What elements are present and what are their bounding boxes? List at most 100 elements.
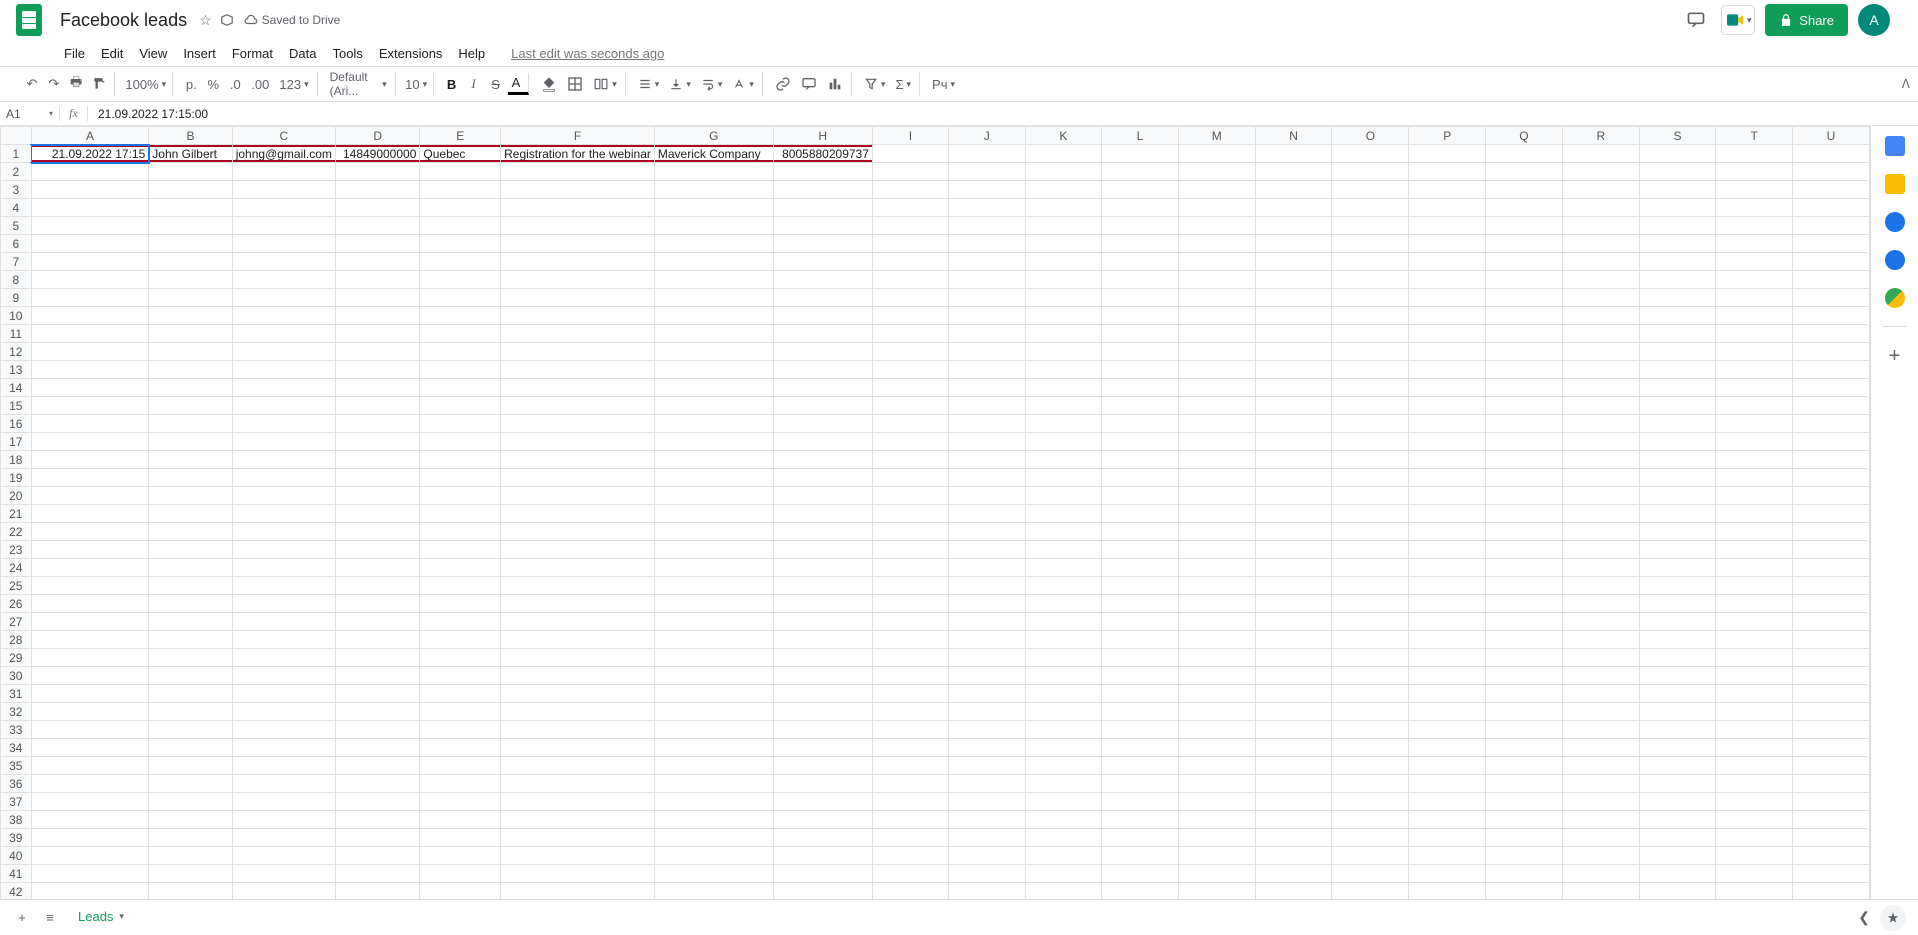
cell[interactable] (1102, 649, 1179, 667)
cell[interactable] (149, 757, 232, 775)
cell[interactable] (1716, 253, 1793, 271)
cell[interactable] (1562, 271, 1639, 289)
cell[interactable] (1255, 739, 1332, 757)
cell[interactable] (773, 415, 872, 433)
cell[interactable] (501, 577, 655, 595)
column-header-P[interactable]: P (1409, 127, 1486, 145)
cell[interactable] (1639, 235, 1716, 253)
paint-format-icon[interactable] (88, 72, 115, 96)
cell[interactable] (1486, 451, 1563, 469)
cell[interactable] (1102, 685, 1179, 703)
row-header[interactable]: 16 (1, 415, 32, 433)
cell[interactable] (1793, 847, 1870, 865)
cell[interactable] (149, 649, 232, 667)
row-header[interactable]: 10 (1, 307, 32, 325)
cell[interactable] (872, 613, 948, 631)
cell[interactable] (31, 775, 149, 793)
cell[interactable] (1102, 307, 1179, 325)
cell[interactable] (420, 307, 501, 325)
cell[interactable] (949, 199, 1025, 217)
cell[interactable] (501, 523, 655, 541)
sheet-tab-leads[interactable]: Leads (64, 903, 138, 932)
cell[interactable]: 8005880209737 (773, 145, 872, 163)
cell[interactable] (773, 163, 872, 181)
cell[interactable] (31, 451, 149, 469)
cell[interactable] (335, 253, 419, 271)
decrease-decimal-button[interactable]: .0 (225, 72, 245, 96)
cell[interactable] (232, 703, 335, 721)
cell[interactable] (1178, 829, 1255, 847)
horizontal-align-button[interactable] (634, 72, 664, 96)
cell[interactable] (1255, 595, 1332, 613)
cell[interactable] (1639, 757, 1716, 775)
cell[interactable] (1178, 595, 1255, 613)
explore-button[interactable] (1880, 905, 1906, 931)
cell[interactable] (335, 739, 419, 757)
cell[interactable] (501, 703, 655, 721)
cell[interactable] (1639, 793, 1716, 811)
cell[interactable] (1562, 703, 1639, 721)
cell[interactable] (1409, 685, 1486, 703)
cell[interactable] (872, 595, 948, 613)
cell[interactable] (1332, 397, 1409, 415)
cell[interactable] (1716, 415, 1793, 433)
cell[interactable] (1793, 487, 1870, 505)
cell[interactable] (1793, 865, 1870, 883)
cell[interactable] (1486, 793, 1563, 811)
cell[interactable] (949, 163, 1025, 181)
cell[interactable] (949, 649, 1025, 667)
cell[interactable] (1409, 235, 1486, 253)
cell[interactable] (1793, 613, 1870, 631)
cell[interactable] (420, 433, 501, 451)
cell[interactable] (1716, 685, 1793, 703)
cell[interactable] (1178, 181, 1255, 199)
cell[interactable] (149, 523, 232, 541)
cell[interactable] (501, 865, 655, 883)
cell[interactable] (1716, 325, 1793, 343)
cell[interactable] (1716, 163, 1793, 181)
cell[interactable] (501, 811, 655, 829)
cell[interactable] (501, 217, 655, 235)
cell[interactable] (31, 559, 149, 577)
cell[interactable] (773, 847, 872, 865)
cell[interactable] (1639, 631, 1716, 649)
menu-data[interactable]: Data (281, 44, 324, 63)
cell[interactable] (1562, 163, 1639, 181)
cell[interactable] (1025, 307, 1102, 325)
cell[interactable] (1025, 829, 1102, 847)
cell[interactable] (872, 775, 948, 793)
row-header[interactable]: 13 (1, 361, 32, 379)
menu-edit[interactable]: Edit (93, 44, 131, 63)
cell[interactable] (1255, 145, 1332, 163)
cell[interactable] (1486, 307, 1563, 325)
cell[interactable] (1793, 505, 1870, 523)
zoom-select[interactable]: 100% (123, 72, 173, 96)
cell[interactable] (1102, 541, 1179, 559)
cell[interactable] (149, 361, 232, 379)
cell[interactable] (949, 397, 1025, 415)
cell[interactable] (1409, 541, 1486, 559)
cell[interactable] (1716, 235, 1793, 253)
cell[interactable] (773, 631, 872, 649)
cell[interactable] (1332, 307, 1409, 325)
cell[interactable] (232, 811, 335, 829)
cell[interactable] (1255, 667, 1332, 685)
cell[interactable] (1409, 721, 1486, 739)
cell[interactable] (1793, 397, 1870, 415)
cell[interactable] (1486, 631, 1563, 649)
cell[interactable] (1332, 199, 1409, 217)
cell[interactable] (1102, 433, 1179, 451)
cell[interactable] (1409, 361, 1486, 379)
collapse-toolbar-icon[interactable]: ᐱ (1902, 77, 1910, 91)
cell[interactable] (501, 667, 655, 685)
row-header[interactable]: 31 (1, 685, 32, 703)
cell[interactable] (335, 541, 419, 559)
cell[interactable] (1102, 721, 1179, 739)
cell[interactable] (949, 487, 1025, 505)
cell[interactable] (872, 793, 948, 811)
cell[interactable] (654, 397, 773, 415)
menu-help[interactable]: Help (450, 44, 493, 63)
cell[interactable] (1025, 883, 1102, 900)
cloud-status[interactable]: Saved to Drive (244, 13, 341, 27)
cell[interactable] (773, 865, 872, 883)
